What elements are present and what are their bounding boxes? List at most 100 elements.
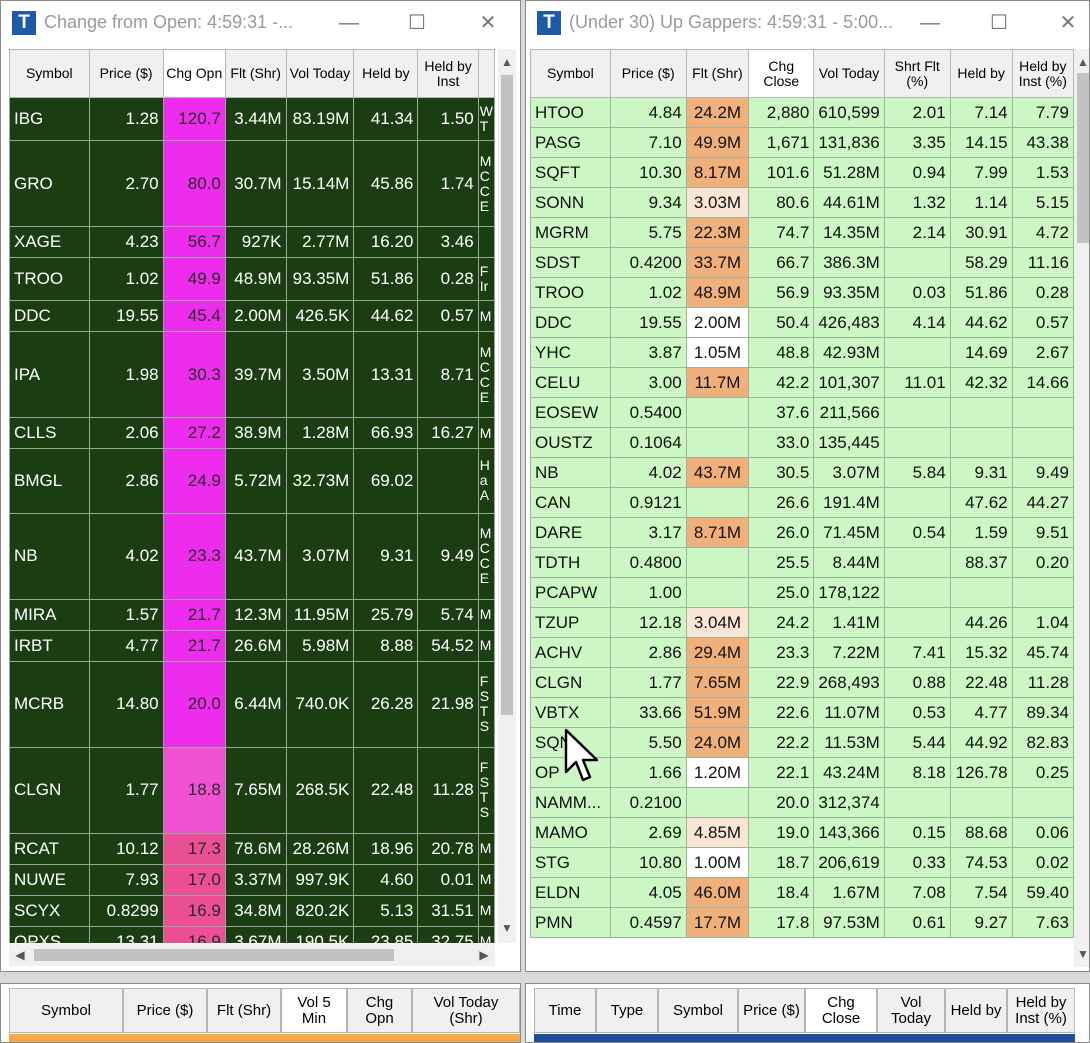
symbol-cell[interactable]: TDTH <box>530 547 611 578</box>
col-symbol[interactable]: Symbol <box>530 49 611 98</box>
col-held-by-inst[interactable]: Held by Inst (%) <box>1011 49 1074 98</box>
col-flt[interactable]: Flt (Shr) <box>224 49 287 98</box>
table-row[interactable]: ACHV 2.86 29.4M 23.3 7.22M 7.41 15.32 45.74 <box>530 637 1074 668</box>
table-row[interactable]: CLGN 1.77 18.8 7.65M 268.5K 22.48 11.28 F S T S <box>9 746 495 834</box>
scroll-left-icon[interactable]: ◀ <box>11 948 29 962</box>
col-price[interactable]: Price ($) <box>123 988 207 1033</box>
col-vol-5-min[interactable]: Vol 5 Min <box>281 988 347 1033</box>
col-price[interactable]: Price ($) <box>88 49 164 98</box>
col-vol-today[interactable]: Vol Today <box>285 49 355 98</box>
scroll-right-icon[interactable]: ▶ <box>475 948 493 962</box>
symbol-cell[interactable]: MAMO <box>530 817 611 848</box>
symbol-cell[interactable]: MIRA <box>9 598 90 631</box>
right-vscroll-thumb[interactable] <box>1077 73 1089 243</box>
minimize-icon[interactable]: — <box>915 9 945 37</box>
table-row[interactable]: NUWE 7.93 17.0 3.37M 997.9K 4.60 0.01 M <box>9 863 495 896</box>
symbol-cell[interactable]: CLGN <box>9 746 90 834</box>
table-row[interactable]: CAN 0.9121 26.6 191.4M 47.62 44.27 <box>530 487 1074 518</box>
symbol-cell[interactable]: NUWE <box>9 863 90 896</box>
table-row[interactable]: NB 4.02 23.3 43.7M 3.07M 9.31 9.49 M C C E <box>9 512 495 600</box>
symbol-cell[interactable]: DDC <box>9 300 90 332</box>
symbol-cell[interactable]: NB <box>530 457 611 488</box>
table-row[interactable]: TROO 1.02 48.9M 56.9 93.35M 0.03 51.86 0.28 <box>530 277 1074 308</box>
symbol-cell[interactable]: HTOO <box>530 97 611 128</box>
symbol-cell[interactable]: OUSTZ <box>530 427 611 458</box>
table-row[interactable]: MCRB 14.80 20.0 6.44M 740.0K 26.28 21.98 F S T … <box>9 660 495 748</box>
table-row[interactable]: IRBT 4.77 21.7 26.6M 5.98M 8.88 54.52 M <box>9 629 495 662</box>
close-icon[interactable]: ✕ <box>473 9 503 37</box>
col-price[interactable]: Price ($) <box>738 988 805 1033</box>
table-row[interactable]: IBG 1.28 120.7 3.44M 83.19M 41.34 1.50 W T <box>9 97 495 141</box>
table-row[interactable]: SONN 9.34 3.03M 80.6 44.61M 1.32 1.14 5.15 <box>530 187 1074 218</box>
symbol-cell[interactable]: CELU <box>530 367 611 398</box>
col-chg-close[interactable]: Chg Close <box>748 49 815 98</box>
symbol-cell[interactable]: TROO <box>530 277 611 308</box>
right-title-bar[interactable]: T (Under 30) Up Gappers: 4:59:31 - 5:00.… <box>526 1 1089 45</box>
table-row[interactable]: DARE 3.17 8.71M 26.0 71.45M 0.54 1.59 9.51 <box>530 517 1074 548</box>
symbol-cell[interactable]: GRO <box>9 140 90 227</box>
symbol-cell[interactable]: SCYX <box>9 894 90 927</box>
col-vol-today[interactable]: Vol Today (Shr) <box>412 988 520 1033</box>
symbol-cell[interactable]: DDC <box>530 307 611 338</box>
scroll-up-icon[interactable]: ▲ <box>1074 55 1089 69</box>
table-row[interactable]: CELU 3.00 11.7M 42.2 101,307 11.01 42.32 14.66 <box>530 367 1074 398</box>
table-row[interactable]: SQN 5.50 24.0M 22.2 11.53M 5.44 44.92 82.83 <box>530 727 1074 758</box>
symbol-cell[interactable]: ELDN <box>530 877 611 908</box>
col-chg-opn[interactable]: Chg Opn <box>162 49 226 98</box>
col-chg-close[interactable]: Chg Close <box>805 988 877 1033</box>
table-row[interactable]: NB 4.02 43.7M 30.5 3.07M 5.84 9.31 9.49 <box>530 457 1074 488</box>
table-row[interactable]: TROO 1.02 49.9 48.9M 93.35M 51.86 0.28 F Ir <box>9 257 495 301</box>
symbol-cell[interactable]: XAGE <box>9 226 90 258</box>
table-row[interactable]: XAGE 4.23 56.7 927K 2.77M 16.20 3.46 <box>9 226 495 258</box>
right-vertical-scrollbar[interactable]: ▲ ▼ <box>1074 49 1089 967</box>
symbol-cell[interactable]: SQFT <box>530 157 611 188</box>
col-vol-today[interactable]: Vol Today <box>877 988 945 1033</box>
symbol-cell[interactable]: PASG <box>530 127 611 158</box>
col-symbol[interactable]: Symbol <box>658 988 738 1033</box>
table-row[interactable]: ELDN 4.05 46.0M 18.4 1.67M 7.08 7.54 59.40 <box>530 877 1074 908</box>
col-truncated[interactable] <box>477 49 495 98</box>
col-held-by[interactable]: Held by <box>353 49 419 98</box>
table-row[interactable]: SQFT 10.30 8.17M 101.6 51.28M 0.94 7.99 1.53 <box>530 157 1074 188</box>
table-row[interactable]: GRO 2.70 80.0 30.7M 15.14M 45.86 1.74 M C C E <box>9 140 495 227</box>
table-row[interactable]: STG 10.80 1.00M 18.7 206,619 0.33 74.53 0.02 <box>530 847 1074 878</box>
maximize-icon[interactable]: ☐ <box>984 9 1014 37</box>
scroll-down-icon[interactable]: ▼ <box>1074 947 1089 961</box>
col-held-by[interactable]: Held by <box>949 49 1013 98</box>
symbol-cell[interactable]: CLLS <box>9 417 90 449</box>
symbol-cell[interactable]: OPXS <box>9 925 90 943</box>
symbol-cell[interactable]: NAMM... <box>530 787 611 818</box>
symbol-cell[interactable]: CLGN <box>530 667 611 698</box>
symbol-cell[interactable]: PCAPW <box>530 577 611 608</box>
symbol-cell[interactable]: ACHV <box>530 637 611 668</box>
symbol-cell[interactable]: NB <box>9 512 90 600</box>
symbol-cell[interactable]: BMGL <box>9 448 90 514</box>
symbol-cell[interactable]: PMN <box>530 907 611 938</box>
table-row[interactable]: SCYX 0.8299 16.9 34.8M 820.2K 5.13 31.51 M <box>9 894 495 927</box>
symbol-cell[interactable]: MGRM <box>530 217 611 248</box>
table-row[interactable]: SDST 0.4200 33.7M 66.7 386.3M 58.29 11.16 <box>530 247 1074 278</box>
table-row[interactable]: DDC 19.55 45.4 2.00M 426.5K 44.62 0.57 M <box>9 300 495 332</box>
left-hscroll-thumb[interactable] <box>34 949 394 961</box>
table-row[interactable]: OP 1.66 1.20M 22.1 43.24M 8.18 126.78 0.25 <box>530 757 1074 788</box>
left-vscroll-thumb[interactable] <box>501 75 513 715</box>
table-row[interactable]: MGRM 5.75 22.3M 74.7 14.35M 2.14 30.91 4.72 <box>530 217 1074 248</box>
table-row[interactable]: OUSTZ 0.1064 33.0 135,445 <box>530 427 1074 458</box>
symbol-cell[interactable]: STG <box>530 847 611 878</box>
table-row[interactable]: TZUP 12.18 3.04M 24.2 1.41M 44.26 1.04 <box>530 607 1074 638</box>
symbol-cell[interactable]: IBG <box>9 97 90 141</box>
table-row[interactable]: IPA 1.98 30.3 39.7M 3.50M 13.31 8.71 M C C E <box>9 331 495 418</box>
symbol-cell[interactable]: RCAT <box>9 832 90 865</box>
left-title-bar[interactable]: T Change from Open: 4:59:31 -... — ☐ ✕ <box>1 1 520 45</box>
symbol-cell[interactable]: SONN <box>530 187 611 218</box>
table-row[interactable]: PMN 0.4597 17.7M 17.8 97.53M 0.61 9.27 7.63 <box>530 907 1074 938</box>
symbol-cell[interactable]: CAN <box>530 487 611 518</box>
table-row[interactable]: MAMO 2.69 4.85M 19.0 143,366 0.15 88.68 0.06 <box>530 817 1074 848</box>
col-type[interactable]: Type <box>596 988 658 1033</box>
minimize-icon[interactable]: — <box>334 9 364 37</box>
col-price[interactable]: Price ($) <box>609 49 687 98</box>
table-row[interactable]: EOSEW 0.5400 37.6 211,566 <box>530 397 1074 428</box>
col-held-by-inst[interactable]: Held by Inst (%) <box>1007 988 1075 1033</box>
scroll-up-icon[interactable]: ▲ <box>498 55 516 69</box>
col-symbol[interactable]: Symbol <box>9 988 123 1033</box>
